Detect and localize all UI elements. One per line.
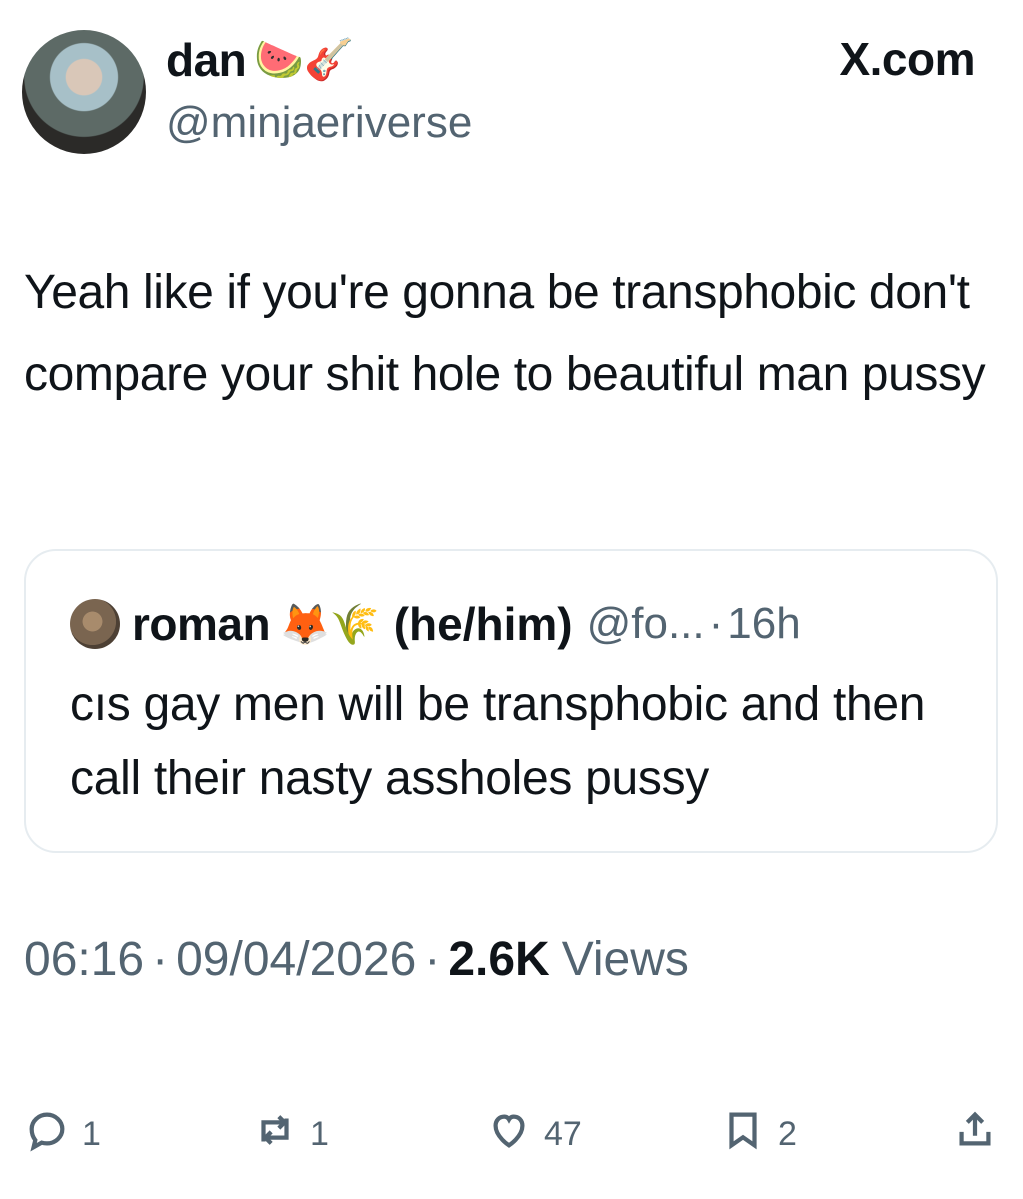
author-name-row: dan 🍉🎸	[166, 30, 354, 90]
quoted-author-pronouns: (he/him)	[393, 598, 573, 650]
reply-count: 1	[82, 1114, 101, 1153]
tweet-text: Yeah like if you're gonna be transphobic…	[24, 266, 986, 401]
bookmark-button[interactable]: 2	[720, 1104, 797, 1164]
like-button[interactable]: 47	[486, 1104, 582, 1164]
bookmark-icon	[720, 1107, 766, 1162]
quoted-tweet-header: roman 🦊🌾 (he/him) @fo... · 16h	[70, 592, 801, 656]
meta-separator: ·	[424, 932, 441, 986]
action-bar: 1 1 47 2	[24, 1104, 999, 1164]
reply-button[interactable]: 1	[24, 1104, 101, 1164]
share-icon	[952, 1107, 998, 1162]
reply-icon	[24, 1107, 70, 1162]
site-label: X.com	[839, 33, 975, 85]
views-count: 2.6K	[448, 932, 550, 986]
heart-icon	[486, 1107, 532, 1162]
repost-count: 1	[310, 1114, 329, 1153]
tweet-meta: 06:16 · 09/04/2026 · 2.6K Views	[24, 924, 689, 994]
quoted-author-handle: @fo...	[586, 599, 705, 648]
tweet-date[interactable]: 09/04/2026	[176, 932, 416, 987]
quoted-tweet-text: cıs gay men will be transphobic and then…	[70, 678, 926, 805]
author-avatar[interactable]	[22, 30, 146, 154]
quoted-separator-dot: ·	[708, 599, 724, 648]
meta-separator: ·	[152, 932, 169, 986]
like-count: 47	[544, 1114, 582, 1153]
quoted-timestamp: 16h	[727, 599, 801, 648]
repost-icon	[252, 1107, 298, 1162]
quoted-author-name: roman	[132, 598, 271, 650]
author-name-emojis: 🍉🎸	[254, 37, 354, 83]
author-display-name[interactable]: dan	[166, 33, 247, 87]
tweet-time[interactable]: 06:16	[24, 932, 144, 987]
author-handle[interactable]: @minjaeriverse	[166, 98, 472, 148]
quoted-author-emojis: 🦊🌾	[280, 601, 380, 648]
quoted-author-avatar	[70, 599, 120, 649]
share-button[interactable]	[952, 1104, 998, 1164]
bookmark-count: 2	[778, 1114, 797, 1153]
repost-button[interactable]: 1	[252, 1104, 329, 1164]
views-label: Views	[561, 932, 689, 986]
